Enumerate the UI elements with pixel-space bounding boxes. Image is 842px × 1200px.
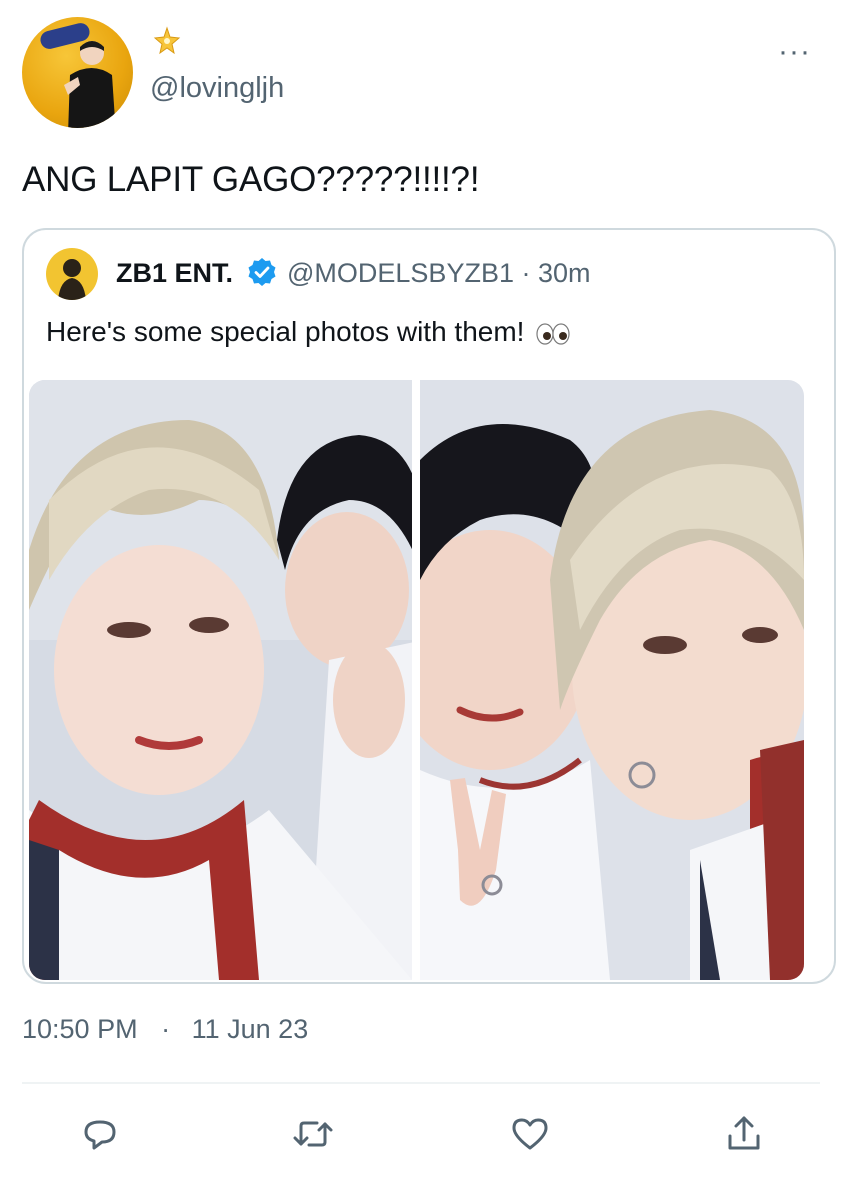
tweet-date: 11 Jun 23	[191, 1014, 309, 1044]
tweet-text: ANG LAPIT GAGO?????!!!!?!	[22, 160, 480, 199]
quoted-photo-2[interactable]	[420, 380, 804, 980]
quoted-avatar[interactable]	[46, 248, 98, 300]
author-username[interactable]: @lovingljh	[150, 72, 284, 105]
tweet-timestamp[interactable]: 10:50 PM · 11 Jun 23	[22, 1014, 308, 1045]
share-button[interactable]	[720, 1110, 768, 1158]
verified-icon	[248, 258, 276, 286]
quoted-tweet[interactable]: ZB1 ENT. @MODELSBYZB1 · 30m Here's some …	[22, 228, 836, 984]
share-icon	[728, 1116, 760, 1150]
timestamp-separator: ·	[161, 1014, 171, 1044]
like-icon	[512, 1118, 548, 1150]
sparkle-badge-icon	[153, 26, 181, 55]
reply-button[interactable]	[76, 1110, 124, 1158]
avatar-person	[64, 41, 116, 128]
quoted-photo-1[interactable]	[29, 380, 412, 980]
retweet-button[interactable]	[289, 1110, 337, 1158]
quoted-text-content: Here's some special photos with them!	[46, 316, 525, 347]
action-divider	[22, 1082, 820, 1084]
quoted-handle-time[interactable]: @MODELSBYZB1 · 30m	[287, 258, 591, 289]
quoted-text: Here's some special photos with them!	[46, 316, 570, 348]
quoted-display-name[interactable]: ZB1 ENT.	[116, 258, 233, 289]
eyes-emoji-icon	[536, 323, 570, 345]
retweet-icon	[293, 1121, 333, 1147]
like-button[interactable]	[506, 1110, 554, 1158]
author-avatar[interactable]	[22, 17, 133, 128]
more-icon[interactable]: ···	[778, 37, 811, 67]
tweet-time: 10:50 PM	[22, 1014, 138, 1044]
quoted-avatar-silhouette	[58, 259, 86, 300]
photo-1-image	[29, 380, 412, 980]
reply-icon	[84, 1120, 116, 1150]
photo-2-image	[420, 380, 804, 980]
